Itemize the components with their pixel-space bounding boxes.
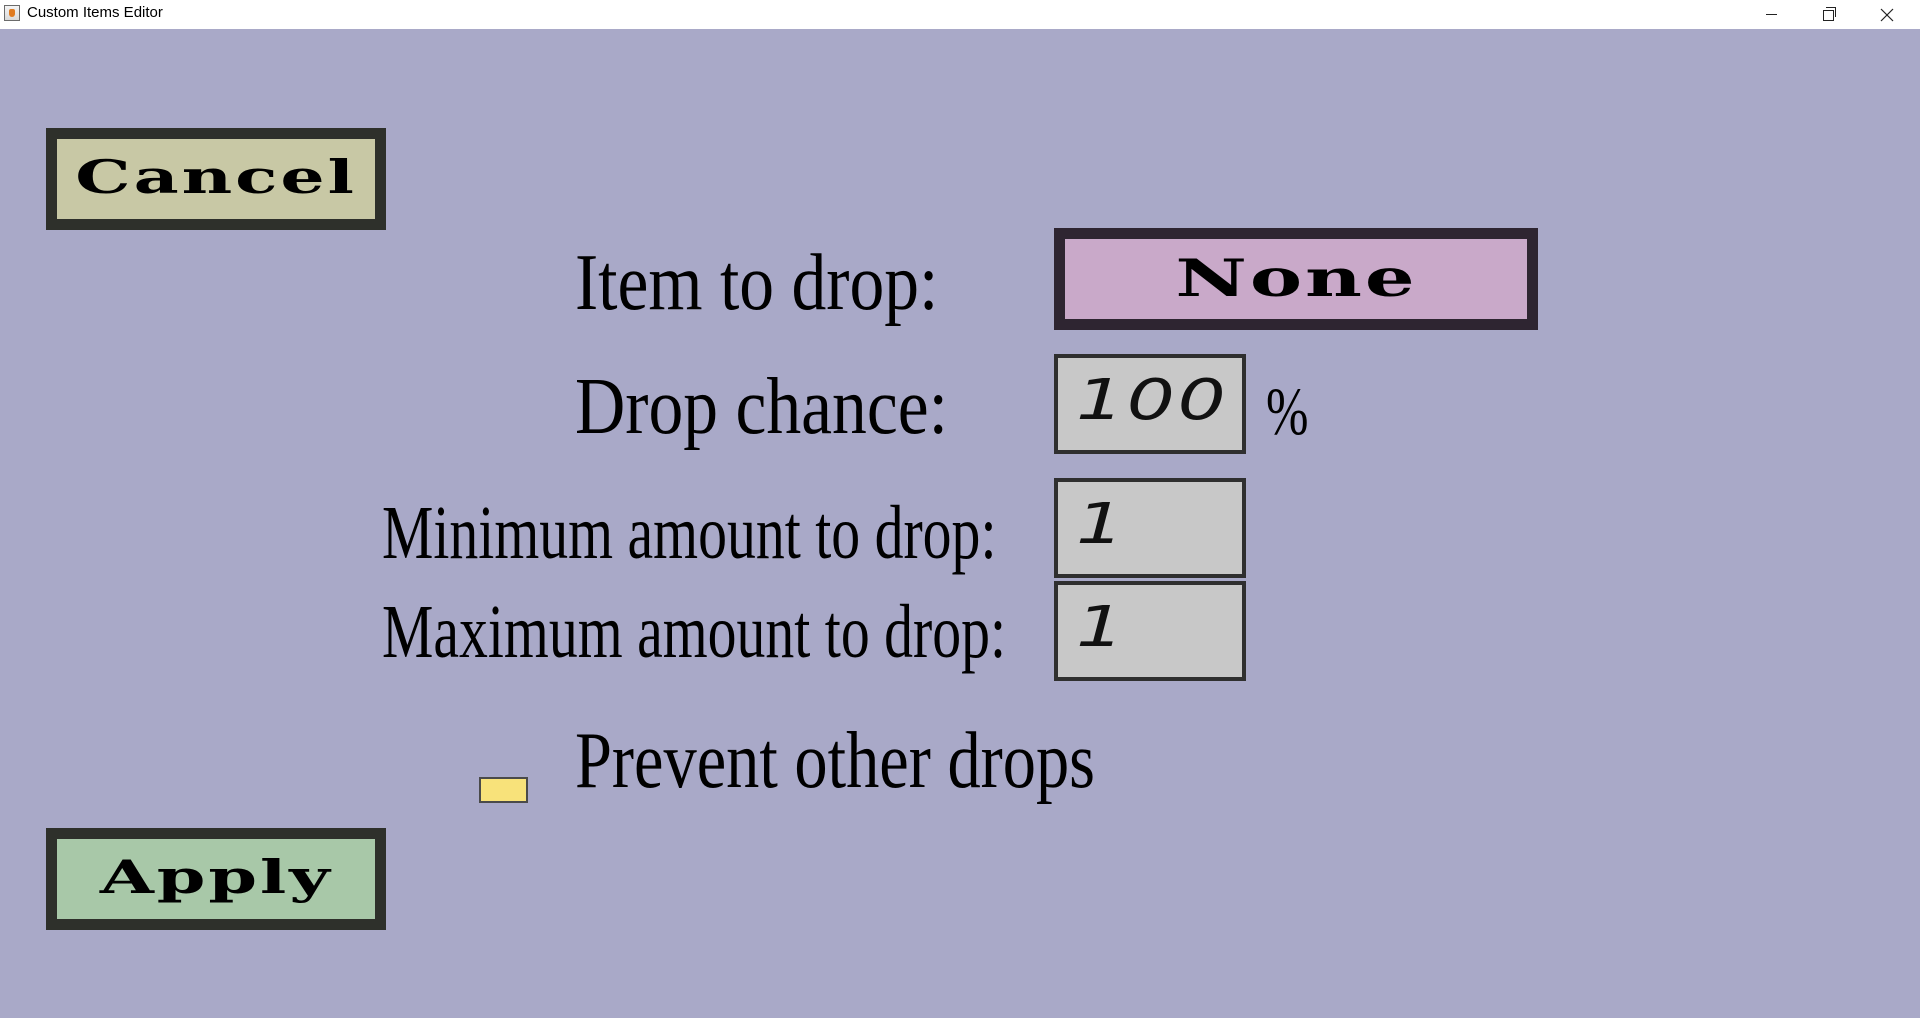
java-cup-icon — [4, 5, 20, 21]
item-select-button[interactable]: None — [1054, 228, 1538, 330]
minimum-amount-value: 1 — [1076, 492, 1127, 557]
drop-chance-field[interactable]: 100 — [1054, 354, 1246, 454]
maximum-amount-field[interactable]: 1 — [1054, 581, 1246, 681]
apply-button[interactable]: Apply — [46, 828, 386, 930]
prevent-other-drops-label: Prevent other drops — [575, 717, 1096, 805]
restore-icon[interactable] — [1800, 0, 1858, 29]
minimize-icon[interactable] — [1742, 0, 1800, 29]
percent-unit-label: % — [1266, 373, 1309, 449]
minimum-amount-label: Minimum amount to drop: — [382, 491, 997, 575]
item-select-label: None — [1174, 247, 1418, 309]
minimum-amount-field[interactable]: 1 — [1054, 478, 1246, 578]
close-icon[interactable] — [1858, 0, 1916, 29]
maximum-amount-value: 1 — [1076, 595, 1127, 660]
drop-chance-value: 100 — [1076, 368, 1229, 433]
drop-chance-label: Drop chance: — [575, 363, 948, 451]
window-title: Custom Items Editor — [27, 4, 163, 21]
maximum-amount-label: Maximum amount to drop: — [382, 590, 1007, 674]
item-to-drop-label: Item to drop: — [575, 239, 939, 327]
prevent-other-drops-checkbox[interactable] — [479, 777, 528, 803]
title-bar: Custom Items Editor — [0, 0, 1920, 29]
cancel-button-label: Cancel — [75, 151, 357, 205]
cancel-button[interactable]: Cancel — [46, 128, 386, 230]
apply-button-label: Apply — [99, 851, 333, 905]
